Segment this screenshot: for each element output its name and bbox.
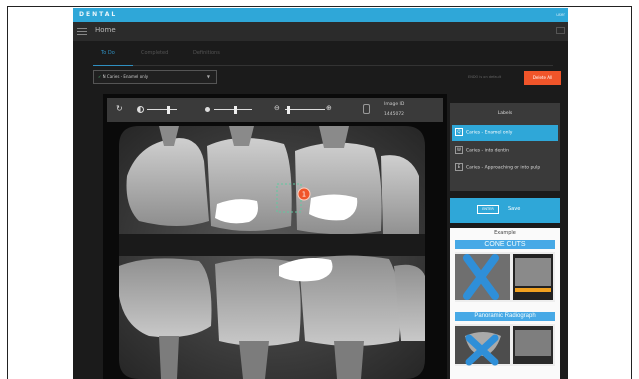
status-text: ENDO is on default (468, 75, 502, 79)
label-item-enamel[interactable]: Q Caries - Enamel only (452, 125, 558, 141)
check-icon: ✓ (98, 74, 102, 79)
zoom-in-icon[interactable]: ⊕ (326, 104, 332, 112)
label-item-pulp[interactable]: E Caries - Approaching or into pulp (452, 160, 558, 176)
zoom-slider-thumb[interactable] (287, 106, 290, 114)
root-6 (334, 341, 364, 379)
tab-divider (93, 65, 553, 66)
label-text: Caries - Enamel only (466, 130, 513, 136)
upper-tooth-4 (381, 155, 419, 239)
example-image-1 (455, 252, 555, 302)
example-image-2 (455, 324, 555, 366)
example-title: Example (494, 230, 516, 236)
rotate-icon[interactable]: ↻ (116, 104, 123, 113)
brightness-slider-track (214, 109, 252, 110)
filter-selected-value: N Caries - Enamel only (102, 74, 149, 79)
filling-upper-2 (309, 194, 358, 221)
upper-tooth-3 (295, 142, 382, 235)
zoom-out-icon[interactable]: ⊖ (274, 104, 280, 112)
example-panel: Example CONE CUTS Panoramic Radiograph (450, 228, 560, 379)
hotkey-badge: W (455, 146, 463, 154)
save-label: Save (508, 206, 521, 212)
brightness-slider-thumb[interactable] (234, 106, 237, 114)
window-icon[interactable] (556, 27, 565, 34)
contrast-slider-track (147, 109, 177, 110)
tab-active-indicator (93, 65, 133, 66)
delete-all-button[interactable]: Delete All (524, 71, 561, 85)
root-4 (159, 336, 179, 379)
side-panel: Labels Q Caries - Enamel only W Caries - i… (450, 103, 560, 379)
enter-key-badge: ENTER (477, 205, 499, 214)
user-menu[interactable]: user (556, 12, 565, 17)
label-text: Caries - Approaching or into pulp (466, 165, 541, 171)
hotkey-badge: E (455, 163, 463, 171)
annotation-marker-number: 1 (302, 191, 306, 199)
bite-gap (119, 234, 425, 256)
contrast-icon (137, 106, 144, 113)
root-3 (319, 126, 349, 148)
label-filter-select[interactable]: ✓ N Caries - Enamel only ▼ (93, 70, 217, 84)
dental-xray-image[interactable]: 1 (119, 126, 425, 379)
brand-logo: DENTAL (79, 11, 118, 18)
top-bar: DENTAL user (73, 8, 568, 22)
tab-definitions[interactable]: Definitions (193, 50, 220, 56)
menu-icon[interactable] (77, 28, 87, 35)
root-5 (239, 341, 269, 379)
label-text: Caries - into dentin (466, 148, 509, 154)
chevron-down-icon: ▼ (206, 74, 210, 79)
tab-todo[interactable]: To Do (101, 50, 115, 56)
image-id-value: 1445072 (384, 112, 405, 117)
pan-hand-icon[interactable] (363, 104, 370, 114)
example-banner-panoramic: Panoramic Radiograph (455, 312, 555, 321)
zoom-slider-track (285, 109, 325, 110)
app-window: DENTAL user Home To Do Completed Definit… (73, 8, 568, 379)
tab-completed[interactable]: Completed (141, 50, 168, 56)
page-title: Home (95, 26, 116, 34)
lower-tooth-1 (119, 258, 212, 338)
brightness-icon (205, 107, 210, 112)
labels-panel: Labels Q Caries - Enamel only W Caries - i… (450, 103, 560, 191)
nav-bar: Home (73, 22, 568, 41)
save-button[interactable]: ENTER Save (450, 198, 560, 223)
image-id-label: Image ID (384, 102, 405, 107)
example-banner-cone-cuts: CONE CUTS (455, 240, 555, 249)
filling-upper-1 (215, 199, 258, 224)
label-item-dentin[interactable]: W Caries - into dentin (452, 143, 558, 159)
contrast-slider-thumb[interactable] (167, 106, 170, 114)
hotkey-badge: Q (455, 128, 463, 136)
labels-title: Labels (497, 111, 513, 116)
